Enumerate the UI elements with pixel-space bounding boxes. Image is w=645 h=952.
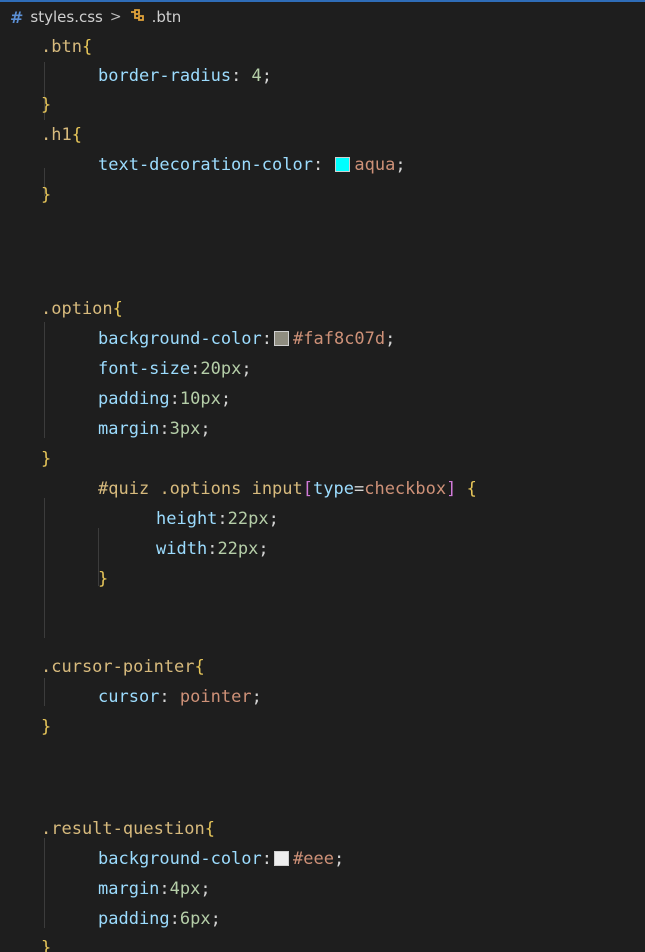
property: border-radius [98, 66, 232, 86]
selector: .cursor-pointer [41, 657, 195, 677]
code-line[interactable]: border-radius: 4; [0, 61, 645, 91]
code-line[interactable]: .h1{ [0, 120, 645, 150]
property: height [156, 509, 218, 529]
code-line[interactable]: text-decoration-color: aqua; [0, 150, 645, 180]
code-line[interactable]: .option{ [0, 294, 645, 324]
value: 6px [179, 909, 211, 929]
property: padding [98, 909, 170, 929]
selector: #quiz [98, 479, 150, 499]
breadcrumb-file[interactable]: styles.css [30, 8, 102, 26]
code-line[interactable]: font-size:20px; [0, 354, 645, 384]
property: background-color [98, 329, 262, 349]
code-line[interactable]: padding:10px; [0, 384, 645, 414]
code-line[interactable]: } [0, 933, 645, 952]
code-line[interactable]: margin:3px; [0, 414, 645, 444]
property: width [156, 539, 208, 559]
value: 3px [169, 419, 201, 439]
value: 4 [251, 66, 262, 86]
property: margin [98, 419, 160, 439]
property: background-color [98, 849, 262, 869]
value: aqua [354, 155, 396, 175]
code-line[interactable]: .cursor-pointer{ [0, 652, 645, 682]
code-line[interactable]: .result-question{ [0, 814, 645, 844]
value: 22px [227, 509, 269, 529]
value: pointer [179, 687, 252, 707]
code-line[interactable]: height:22px; [0, 504, 645, 534]
code-line[interactable]: } [0, 712, 645, 742]
code-line[interactable]: #quiz .options input[type=checkbox] { [0, 474, 645, 504]
property: cursor [98, 687, 160, 707]
selector: .h1 [41, 125, 72, 145]
code-line[interactable]: width:22px; [0, 534, 645, 564]
value: 20px [200, 359, 242, 379]
selector: input [251, 479, 303, 499]
breadcrumb-symbol[interactable]: .btn [152, 8, 182, 26]
property: text-decoration-color [98, 155, 313, 175]
property: padding [98, 389, 170, 409]
breadcrumb: # styles.css > .btn [0, 2, 645, 32]
code-line[interactable]: background-color: #faf8c07d; [0, 324, 645, 354]
code-line[interactable]: } [0, 444, 645, 474]
color-swatch-aqua[interactable] [335, 157, 351, 172]
code-line[interactable]: } [0, 180, 645, 210]
attribute-name: type [313, 479, 354, 499]
code-line[interactable]: background-color: #eee; [0, 844, 645, 874]
value: 4px [169, 879, 201, 899]
class-symbol-icon [129, 8, 145, 26]
value: 22px [217, 539, 259, 559]
selector: .result-question [41, 819, 205, 839]
breadcrumb-separator: > [109, 9, 122, 25]
color-swatch-eee[interactable] [274, 851, 290, 866]
property: margin [98, 879, 160, 899]
code-line[interactable]: .btn{ [0, 32, 645, 62]
code-line[interactable]: margin:4px; [0, 874, 645, 904]
code-editor[interactable]: # styles.css > .btn .btn{ border-radius:… [0, 0, 645, 952]
code-line[interactable]: } [0, 564, 645, 594]
attribute-value: checkbox [364, 479, 447, 499]
selector: .options [159, 479, 242, 499]
value: #eee [293, 849, 334, 869]
code-line[interactable]: padding:6px; [0, 904, 645, 934]
property: font-size [98, 359, 191, 379]
hash-icon: # [10, 7, 24, 27]
value: 10px [179, 389, 221, 409]
selector: .option [41, 299, 113, 319]
code-line[interactable]: } [0, 90, 645, 120]
color-swatch-faf8c07d[interactable] [274, 331, 290, 346]
selector: .btn [41, 37, 82, 57]
code-line[interactable]: cursor: pointer; [0, 682, 645, 712]
value: #faf8c07d [293, 329, 386, 349]
